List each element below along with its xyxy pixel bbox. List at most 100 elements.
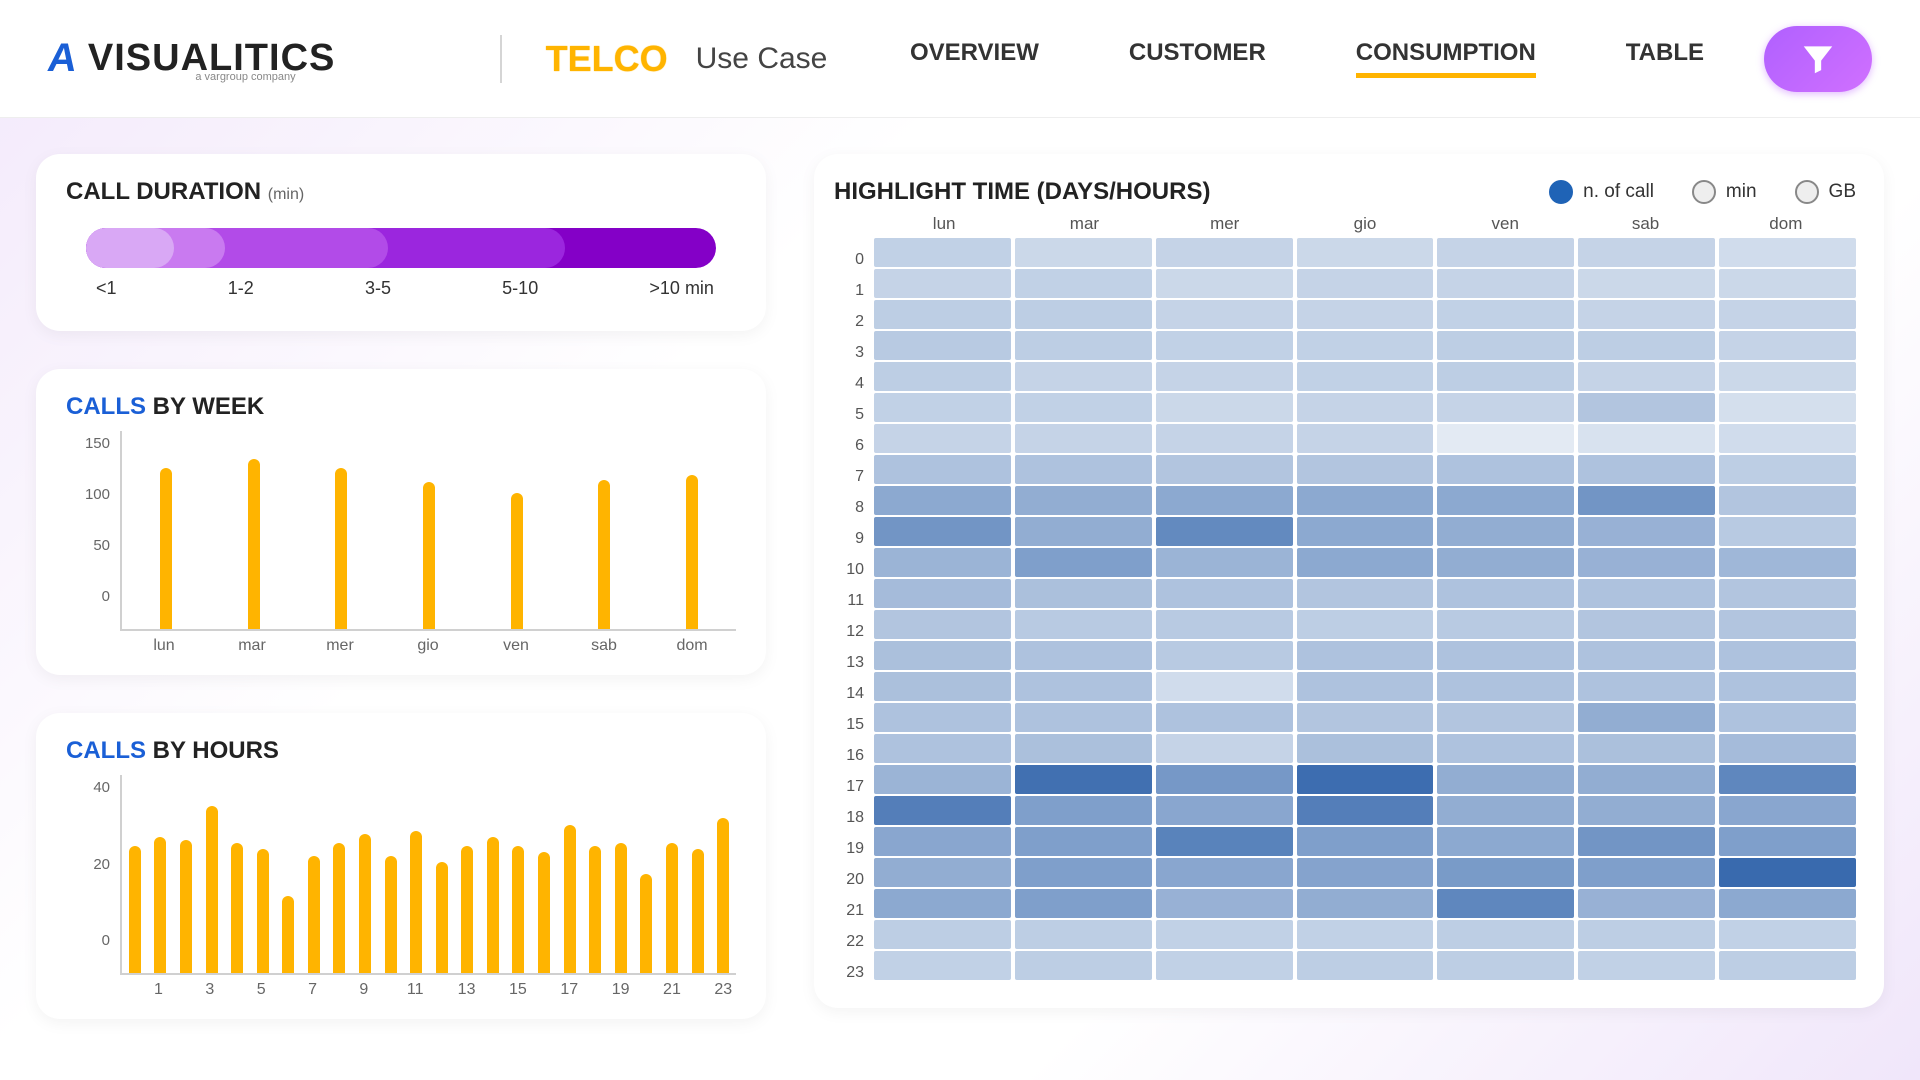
nav-consumption[interactable]: CONSUMPTION [1356, 39, 1536, 78]
heat-cell[interactable] [1437, 951, 1574, 980]
bar[interactable] [686, 475, 698, 629]
heat-cell[interactable] [874, 920, 1011, 949]
heat-cell[interactable] [1437, 920, 1574, 949]
heat-cell[interactable] [1015, 641, 1152, 670]
heat-cell[interactable] [1297, 424, 1434, 453]
heat-cell[interactable] [1156, 734, 1293, 763]
heat-cell[interactable] [874, 579, 1011, 608]
heat-cell[interactable] [1015, 548, 1152, 577]
heat-cell[interactable] [1719, 765, 1856, 794]
heat-cell[interactable] [1156, 455, 1293, 484]
heat-cell[interactable] [1015, 238, 1152, 267]
heat-cell[interactable] [874, 765, 1011, 794]
bar[interactable] [589, 846, 601, 973]
heat-cell[interactable] [1015, 455, 1152, 484]
heat-cell[interactable] [1578, 238, 1715, 267]
heat-cell[interactable] [1015, 920, 1152, 949]
heat-cell[interactable] [1719, 579, 1856, 608]
heat-cell[interactable] [1297, 703, 1434, 732]
bar[interactable] [129, 846, 141, 973]
heat-cell[interactable] [1578, 455, 1715, 484]
heat-cell[interactable] [1578, 920, 1715, 949]
bar[interactable] [564, 825, 576, 973]
heat-cell[interactable] [1015, 672, 1152, 701]
heat-cell[interactable] [1297, 641, 1434, 670]
heat-cell[interactable] [1156, 951, 1293, 980]
heat-cell[interactable] [1719, 393, 1856, 422]
bar[interactable] [410, 831, 422, 973]
heat-cell[interactable] [1015, 765, 1152, 794]
heat-cell[interactable] [874, 486, 1011, 515]
heat-cell[interactable] [1578, 393, 1715, 422]
heat-cell[interactable] [1156, 548, 1293, 577]
heat-cell[interactable] [1297, 765, 1434, 794]
heat-cell[interactable] [1719, 455, 1856, 484]
heat-cell[interactable] [1719, 269, 1856, 298]
bar[interactable] [248, 459, 260, 629]
heat-cell[interactable] [1156, 889, 1293, 918]
heat-cell[interactable] [1015, 424, 1152, 453]
heat-cell[interactable] [1015, 331, 1152, 360]
heat-cell[interactable] [1578, 269, 1715, 298]
heat-cell[interactable] [1578, 517, 1715, 546]
heat-cell[interactable] [1437, 393, 1574, 422]
heat-cell[interactable] [1015, 517, 1152, 546]
nav-overview[interactable]: OVERVIEW [910, 39, 1039, 78]
heat-cell[interactable] [1297, 548, 1434, 577]
heat-cell[interactable] [1297, 269, 1434, 298]
heat-cell[interactable] [1578, 951, 1715, 980]
legend-n-of-call[interactable]: n. of call [1549, 180, 1654, 204]
heat-cell[interactable] [1297, 362, 1434, 391]
heat-cell[interactable] [1719, 362, 1856, 391]
heat-cell[interactable] [874, 610, 1011, 639]
heat-cell[interactable] [874, 827, 1011, 856]
heat-cell[interactable] [1719, 331, 1856, 360]
bar[interactable] [461, 846, 473, 973]
heat-cell[interactable] [1156, 269, 1293, 298]
heat-cell[interactable] [1578, 827, 1715, 856]
bar[interactable] [180, 840, 192, 973]
heat-cell[interactable] [1156, 331, 1293, 360]
heat-cell[interactable] [1015, 610, 1152, 639]
heat-cell[interactable] [1719, 238, 1856, 267]
heat-cell[interactable] [1156, 579, 1293, 608]
heat-cell[interactable] [1578, 300, 1715, 329]
heat-cell[interactable] [1578, 734, 1715, 763]
bar[interactable] [231, 843, 243, 973]
heat-cell[interactable] [1437, 517, 1574, 546]
bar[interactable] [335, 468, 347, 630]
bar[interactable] [333, 843, 345, 973]
heat-cell[interactable] [1015, 269, 1152, 298]
heat-cell[interactable] [1015, 796, 1152, 825]
heat-cell[interactable] [1578, 672, 1715, 701]
heat-cell[interactable] [1156, 641, 1293, 670]
bar[interactable] [257, 849, 269, 973]
heat-cell[interactable] [1719, 951, 1856, 980]
bar[interactable] [538, 852, 550, 973]
bar[interactable] [511, 493, 523, 629]
heat-cell[interactable] [1015, 703, 1152, 732]
bar[interactable] [206, 806, 218, 973]
bar[interactable] [385, 856, 397, 973]
bar[interactable] [692, 849, 704, 973]
heat-cell[interactable] [1719, 827, 1856, 856]
heat-cell[interactable] [1297, 889, 1434, 918]
heat-cell[interactable] [1437, 455, 1574, 484]
heat-cell[interactable] [1297, 331, 1434, 360]
bar[interactable] [423, 482, 435, 629]
heat-cell[interactable] [1297, 610, 1434, 639]
heat-cell[interactable] [1015, 951, 1152, 980]
heat-cell[interactable] [874, 238, 1011, 267]
heat-cell[interactable] [1156, 703, 1293, 732]
heat-cell[interactable] [1297, 486, 1434, 515]
heat-cell[interactable] [1437, 300, 1574, 329]
heat-cell[interactable] [1015, 362, 1152, 391]
bar[interactable] [359, 834, 371, 973]
heat-cell[interactable] [1015, 486, 1152, 515]
heat-cell[interactable] [874, 796, 1011, 825]
heat-cell[interactable] [1297, 455, 1434, 484]
heat-cell[interactable] [1578, 424, 1715, 453]
heat-cell[interactable] [1437, 331, 1574, 360]
bar[interactable] [717, 818, 729, 973]
heat-cell[interactable] [1156, 610, 1293, 639]
